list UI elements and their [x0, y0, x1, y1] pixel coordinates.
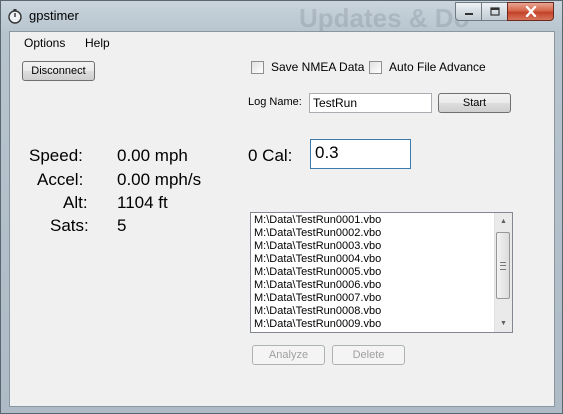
minimize-button[interactable]	[455, 2, 482, 21]
cal-label: 0 Cal:	[248, 146, 293, 165]
scroll-up-icon[interactable]: ▲	[495, 213, 512, 230]
start-button[interactable]: Start	[438, 93, 511, 113]
auto-file-advance-label: Auto File Advance	[389, 60, 486, 74]
client-area: Options Help Disconnect Save NMEA Data A…	[9, 31, 555, 407]
file-list-item[interactable]: M:\Data\TestRun0003.vbo	[254, 240, 494, 253]
save-nmea-label: Save NMEA Data	[271, 60, 365, 74]
file-list-item[interactable]: M:\Data\TestRun0009.vbo	[254, 318, 494, 331]
file-list-item[interactable]: M:\Data\TestRun0006.vbo	[254, 279, 494, 292]
accel-value: 0.00 mph/s	[117, 170, 202, 189]
app-window: Updates & Do gpstimer Options Help Disco…	[0, 0, 563, 414]
window-title: gpstimer	[29, 8, 79, 23]
save-nmea-checkbox-box[interactable]	[251, 60, 264, 74]
disconnect-button[interactable]: Disconnect	[22, 61, 95, 81]
speed-label: Speed:	[29, 146, 83, 165]
scroll-thumb[interactable]	[496, 232, 510, 299]
close-icon	[525, 6, 536, 17]
alt-label: Alt:	[63, 193, 88, 212]
file-list-item[interactable]: M:\Data\TestRun0001.vbo	[254, 214, 494, 227]
title-bar[interactable]: Updates & Do gpstimer	[1, 1, 562, 33]
menu-bar: Options Help	[10, 32, 554, 54]
sats-value: 5	[117, 216, 127, 235]
maximize-icon	[489, 7, 500, 16]
auto-file-advance-checkbox[interactable]: Auto File Advance	[369, 60, 486, 74]
maximize-button[interactable]	[481, 2, 508, 21]
scroll-down-icon[interactable]: ▼	[495, 315, 512, 332]
save-nmea-checkbox[interactable]: Save NMEA Data	[251, 60, 364, 74]
speed-value: 0.00 mph	[117, 146, 188, 165]
file-list-item[interactable]: M:\Data\TestRun0007.vbo	[254, 292, 494, 305]
log-name-input[interactable]: TestRun	[309, 93, 432, 113]
analyze-button[interactable]: Analyze	[252, 345, 325, 365]
alt-value: 1104 ft	[117, 193, 168, 212]
close-button[interactable]	[507, 2, 554, 21]
file-list-item[interactable]: M:\Data\TestRun0004.vbo	[254, 253, 494, 266]
background-window-title: Updates & Do	[299, 3, 470, 33]
file-list-item[interactable]: M:\Data\TestRun0005.vbo	[254, 266, 494, 279]
auto-file-advance-checkbox-box[interactable]	[369, 60, 382, 74]
file-list[interactable]: M:\Data\TestRun0001.vbo M:\Data\TestRun0…	[250, 212, 513, 333]
file-list-item[interactable]: M:\Data\TestRun0008.vbo	[254, 305, 494, 318]
accel-label: Accel:	[37, 170, 84, 189]
cal-input[interactable]: 0.3	[310, 139, 411, 169]
delete-button[interactable]: Delete	[332, 345, 405, 365]
grip-icon	[500, 261, 506, 270]
log-name-label: Log Name:	[248, 96, 302, 108]
stopwatch-icon[interactable]	[7, 8, 23, 24]
file-list-item[interactable]: M:\Data\TestRun0002.vbo	[254, 227, 494, 240]
sats-label: Sats:	[50, 216, 89, 235]
menu-help[interactable]: Help	[85, 36, 110, 50]
file-list-scrollbar[interactable]: ▲ ▼	[494, 213, 512, 332]
file-list-items: M:\Data\TestRun0001.vbo M:\Data\TestRun0…	[254, 214, 494, 331]
minimize-icon	[464, 12, 473, 15]
menu-options[interactable]: Options	[24, 36, 65, 50]
